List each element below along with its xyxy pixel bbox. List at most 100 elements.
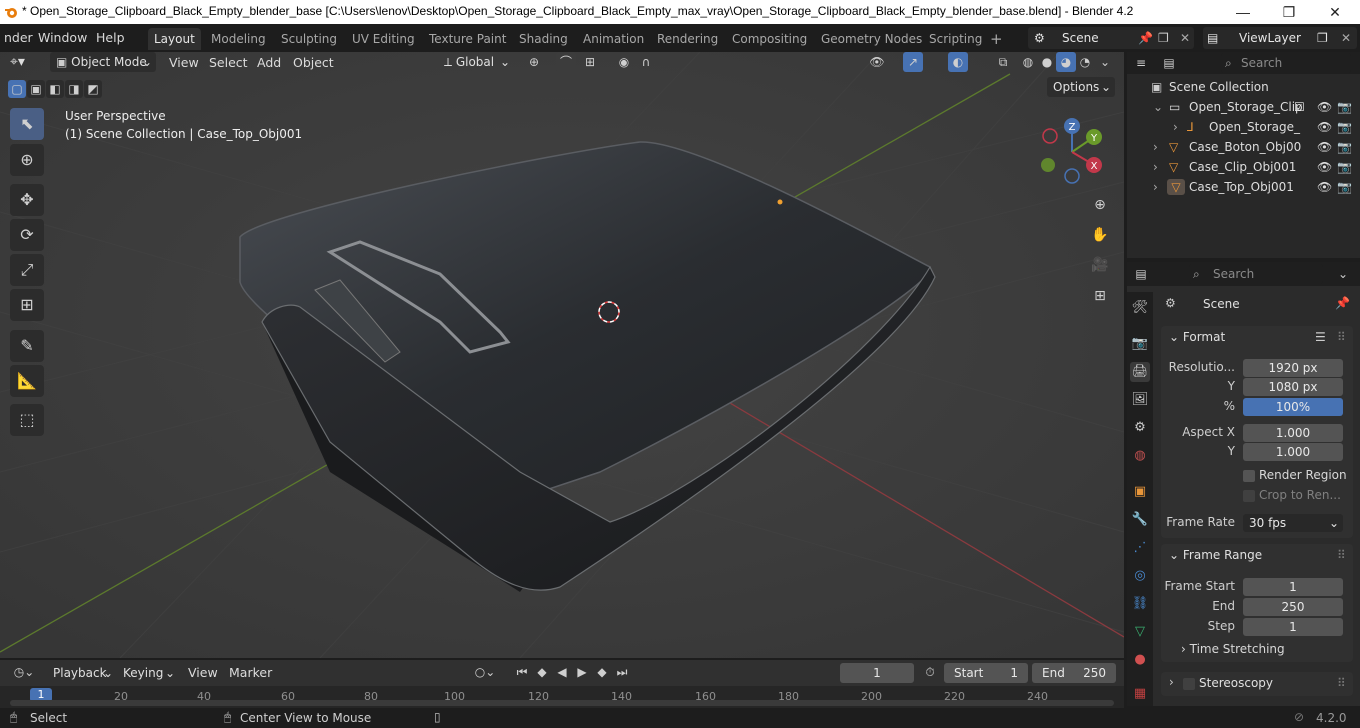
- next-keyframe-icon[interactable]: ◆: [592, 662, 612, 682]
- close-window-button[interactable]: ✕: [1312, 0, 1358, 24]
- eye-icon[interactable]: 👁: [1317, 137, 1332, 157]
- playback-menu[interactable]: Playback ⌄: [47, 663, 115, 683]
- start-frame-field[interactable]: Start 1: [944, 663, 1028, 683]
- timeline-editor-type-icon[interactable]: ◷⌄: [10, 662, 38, 682]
- menu-blender[interactable]: nder: [0, 28, 37, 48]
- aspect-x-field[interactable]: 1.000: [1243, 424, 1343, 442]
- tab-layout[interactable]: Layout: [148, 28, 201, 50]
- scale-tool[interactable]: ⤢: [10, 254, 44, 286]
- solid-shading-icon[interactable]: ●: [1037, 52, 1057, 72]
- proportional-edit-icon[interactable]: ◉: [614, 52, 634, 72]
- falloff-icon[interactable]: ∩: [636, 52, 656, 72]
- keyframe-record-icon[interactable]: ○⌄: [468, 662, 502, 682]
- material-tab-icon[interactable]: ●: [1130, 650, 1150, 670]
- select-new-icon[interactable]: ▢: [8, 80, 26, 98]
- eye-icon[interactable]: 👁: [1317, 157, 1332, 177]
- new-scene-icon[interactable]: ❐: [1158, 27, 1169, 49]
- drag-handle-icon[interactable]: ⠿: [1337, 326, 1346, 348]
- new-view-layer-icon[interactable]: ❐: [1317, 27, 1328, 49]
- render-region-checkbox[interactable]: [1243, 470, 1255, 482]
- timeline-menu-view[interactable]: View: [188, 664, 218, 682]
- stopwatch-icon[interactable]: ⏱: [920, 662, 940, 682]
- orientation-dropdown[interactable]: ⟂ Global ⌄: [438, 52, 514, 72]
- properties-search-field[interactable]: ⌕ Search: [1189, 264, 1323, 284]
- pin-icon[interactable]: 📌: [1335, 296, 1350, 310]
- viewport-menu-object[interactable]: Object: [293, 54, 334, 72]
- tab-geometry-nodes[interactable]: Geometry Nodes: [815, 28, 928, 50]
- viewport-menu-view[interactable]: View: [169, 54, 199, 72]
- rendered-shading-icon[interactable]: ◔: [1075, 52, 1095, 72]
- select-box-tool[interactable]: ⬉: [10, 108, 44, 140]
- outliner-row-object[interactable]: › ▽ Case_Boton_Obj00 👁 📷: [1127, 137, 1360, 157]
- drag-handle-icon[interactable]: ⠿: [1337, 676, 1346, 690]
- delete-scene-icon[interactable]: ✕: [1180, 27, 1190, 49]
- chevron-down-icon[interactable]: ⌄: [1333, 264, 1353, 284]
- rotate-tool[interactable]: ⟳: [10, 219, 44, 251]
- camera-icon[interactable]: 📷: [1337, 137, 1352, 157]
- scene-selector[interactable]: ⚙ Scene 📌 ❐ ✕: [1028, 27, 1194, 49]
- physics-tab-icon[interactable]: ◎: [1130, 566, 1150, 586]
- object-tab-icon[interactable]: ▣: [1130, 482, 1150, 502]
- viewport-menu-select[interactable]: Select: [209, 54, 248, 72]
- crop-checkbox[interactable]: [1243, 490, 1255, 502]
- resolution-x-field[interactable]: 1920 px: [1243, 359, 1343, 377]
- visibility-icon[interactable]: 👁: [867, 52, 887, 72]
- navigation-gizmo[interactable]: Z Y X: [1032, 116, 1112, 186]
- wireframe-shading-icon[interactable]: ◍: [1018, 52, 1038, 72]
- stereoscopy-checkbox[interactable]: [1183, 678, 1195, 690]
- overlays-toggle-icon[interactable]: ◐: [948, 52, 968, 72]
- eye-icon[interactable]: 👁: [1317, 97, 1332, 117]
- jump-end-icon[interactable]: ⏭: [612, 662, 632, 682]
- outliner-row-empty[interactable]: › ⅃ Open_Storage_ 👁 📷: [1127, 117, 1360, 137]
- tab-modeling[interactable]: Modeling: [205, 28, 272, 50]
- 3d-viewport[interactable]: ⌖▾ ▣ Object Mode ⌄ View Select Add Object…: [0, 52, 1124, 658]
- annotate-tool[interactable]: ✎: [10, 330, 44, 362]
- play-reverse-icon[interactable]: ◀: [552, 662, 572, 682]
- outliner-search-field[interactable]: ⌕ Search: [1221, 53, 1351, 73]
- eye-icon[interactable]: 👁: [1317, 177, 1332, 197]
- cursor-tool[interactable]: ⊕: [10, 144, 44, 176]
- render-tab-icon[interactable]: 📷: [1130, 334, 1150, 354]
- frame-range-panel-header[interactable]: ⌄ Frame Range ⠿: [1169, 544, 1349, 566]
- outliner-row-object[interactable]: › ▽ Case_Clip_Obj001 👁 📷: [1127, 157, 1360, 177]
- chevron-right-icon[interactable]: ›: [1153, 157, 1158, 177]
- world-tab-icon[interactable]: ◍: [1130, 446, 1150, 466]
- menu-window[interactable]: Window: [34, 28, 91, 48]
- particles-tab-icon[interactable]: ⋰: [1130, 538, 1150, 558]
- checkbox-icon[interactable]: ☑: [1294, 97, 1305, 117]
- end-frame-field[interactable]: End 250: [1032, 663, 1116, 683]
- timeline-scrollbar[interactable]: [10, 700, 1114, 706]
- constraints-tab-icon[interactable]: ⛓: [1130, 594, 1150, 614]
- delete-view-layer-icon[interactable]: ✕: [1341, 27, 1351, 49]
- texture-tab-icon[interactable]: ▦: [1130, 684, 1150, 704]
- tab-uv-editing[interactable]: UV Editing: [346, 28, 421, 50]
- eye-icon[interactable]: 👁: [1317, 117, 1332, 137]
- options-dropdown[interactable]: Options ⌄: [1047, 77, 1115, 97]
- stereoscopy-panel[interactable]: › Stereoscopy ⠿: [1161, 672, 1353, 696]
- resolution-percent-field[interactable]: 100%: [1243, 398, 1343, 416]
- aspect-y-field[interactable]: 1.000: [1243, 443, 1343, 461]
- pin-icon[interactable]: 📌: [1138, 27, 1153, 49]
- drag-handle-icon[interactable]: ⠿: [1337, 544, 1346, 566]
- snap-icon[interactable]: ⌒: [556, 52, 576, 72]
- time-stretching-subpanel[interactable]: › Time Stretching: [1181, 640, 1285, 658]
- data-tab-icon[interactable]: ▽: [1130, 622, 1150, 642]
- frame-end-field[interactable]: 250: [1243, 598, 1343, 616]
- select-extend-icon[interactable]: ▣: [27, 80, 45, 98]
- add-workspace-button[interactable]: +: [984, 28, 1009, 50]
- editor-type-icon[interactable]: ⌖▾: [10, 54, 40, 72]
- tab-texture-paint[interactable]: Texture Paint: [423, 28, 512, 50]
- prev-keyframe-icon[interactable]: ◆: [532, 662, 552, 682]
- resolution-y-field[interactable]: 1080 px: [1243, 378, 1343, 396]
- format-panel-header[interactable]: ⌄ Format ☰ ⠿: [1169, 326, 1349, 348]
- camera-icon[interactable]: 📷: [1337, 117, 1352, 137]
- tool-tab-icon[interactable]: 🛠: [1130, 298, 1150, 318]
- tab-compositing[interactable]: Compositing: [726, 28, 813, 50]
- jump-start-icon[interactable]: ⏮: [512, 662, 532, 682]
- measure-tool[interactable]: 📐: [10, 365, 44, 397]
- tab-animation[interactable]: Animation: [577, 28, 650, 50]
- chevron-right-icon[interactable]: ›: [1153, 177, 1158, 197]
- outliner-row-scene-collection[interactable]: ▣ Scene Collection: [1127, 77, 1360, 97]
- gizmo-toggle-icon[interactable]: ↗: [903, 52, 923, 72]
- outliner-editor-type-icon[interactable]: ≡: [1131, 53, 1151, 73]
